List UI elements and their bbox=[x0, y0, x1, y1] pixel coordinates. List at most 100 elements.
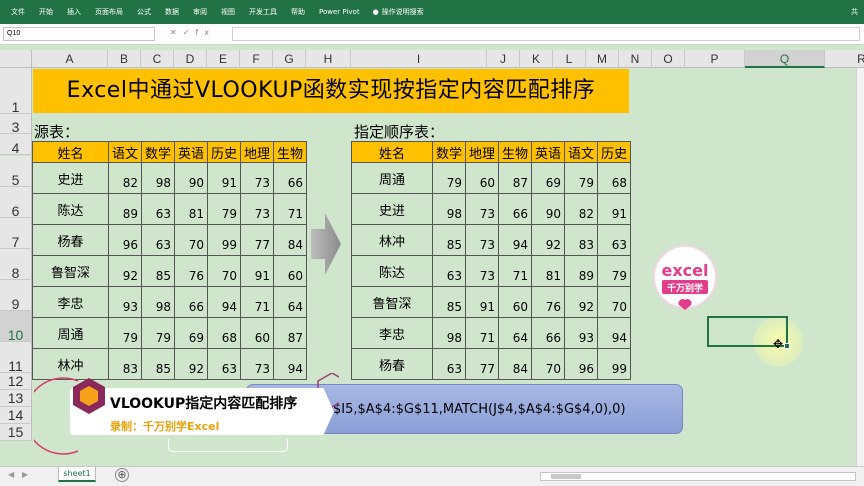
row-header-5[interactable]: 5 bbox=[0, 156, 32, 188]
score-cell[interactable]: 94 bbox=[498, 224, 532, 256]
insert-function-icon[interactable]: fx bbox=[195, 28, 215, 37]
name-cell[interactable]: 周通 bbox=[351, 162, 433, 194]
name-cell[interactable]: 史进 bbox=[351, 193, 433, 225]
score-cell[interactable]: 91 bbox=[597, 193, 631, 225]
score-cell[interactable]: 79 bbox=[141, 317, 175, 349]
name-cell[interactable]: 李忠 bbox=[32, 286, 109, 318]
score-cell[interactable]: 66 bbox=[273, 162, 307, 194]
score-cell[interactable]: 77 bbox=[465, 348, 499, 380]
name-cell[interactable]: 鲁智深 bbox=[351, 286, 433, 318]
header-cell[interactable]: 数学 bbox=[141, 141, 175, 163]
ribbon-tab[interactable]: 审阅 bbox=[186, 7, 214, 17]
score-cell[interactable]: 91 bbox=[465, 286, 499, 318]
score-cell[interactable]: 70 bbox=[207, 255, 241, 287]
header-cell[interactable]: 数学 bbox=[432, 141, 466, 163]
header-cell[interactable]: 生物 bbox=[273, 141, 307, 163]
score-cell[interactable]: 89 bbox=[108, 193, 142, 225]
share-button[interactable]: 共 bbox=[851, 7, 858, 17]
ribbon-tab[interactable]: 开发工具 bbox=[242, 7, 284, 17]
score-cell[interactable]: 73 bbox=[465, 193, 499, 225]
score-cell[interactable]: 60 bbox=[240, 317, 274, 349]
name-cell[interactable]: 陈达 bbox=[351, 255, 433, 287]
score-cell[interactable]: 63 bbox=[141, 193, 175, 225]
header-cell[interactable]: 英语 bbox=[174, 141, 208, 163]
cancel-icon[interactable]: ✕ bbox=[170, 28, 183, 37]
score-cell[interactable]: 90 bbox=[174, 162, 208, 194]
score-cell[interactable]: 69 bbox=[174, 317, 208, 349]
score-cell[interactable]: 66 bbox=[531, 317, 565, 349]
add-sheet-button[interactable]: ⊕ bbox=[115, 468, 129, 482]
row-header-3[interactable]: 3 bbox=[0, 114, 32, 135]
header-cell[interactable]: 生物 bbox=[498, 141, 532, 163]
column-header-a[interactable]: A bbox=[32, 50, 108, 68]
score-cell[interactable]: 93 bbox=[564, 317, 598, 349]
row-header-11[interactable]: 11 bbox=[0, 342, 32, 374]
ribbon-tab[interactable]: 插入 bbox=[60, 7, 88, 17]
score-cell[interactable]: 79 bbox=[108, 317, 142, 349]
score-cell[interactable]: 71 bbox=[240, 286, 274, 318]
column-header-f[interactable]: F bbox=[240, 50, 273, 68]
score-cell[interactable]: 84 bbox=[498, 348, 532, 380]
prev-sheet-icon[interactable]: ◀ bbox=[8, 470, 14, 479]
score-cell[interactable]: 66 bbox=[174, 286, 208, 318]
score-cell[interactable]: 68 bbox=[597, 162, 631, 194]
name-cell[interactable]: 林冲 bbox=[351, 224, 433, 256]
score-cell[interactable]: 63 bbox=[597, 224, 631, 256]
score-cell[interactable]: 94 bbox=[597, 317, 631, 349]
score-cell[interactable]: 71 bbox=[465, 317, 499, 349]
score-cell[interactable]: 63 bbox=[432, 348, 466, 380]
score-cell[interactable]: 79 bbox=[597, 255, 631, 287]
header-cell[interactable]: 语文 bbox=[564, 141, 598, 163]
sheet-title[interactable]: Excel中通过VLOOKUP函数实现按指定内容匹配排序 bbox=[33, 69, 629, 113]
score-cell[interactable]: 96 bbox=[108, 224, 142, 256]
sheet-tab-sheet1[interactable]: sheet1 bbox=[58, 467, 96, 482]
column-header-i[interactable]: I bbox=[351, 50, 487, 68]
score-cell[interactable]: 70 bbox=[531, 348, 565, 380]
column-header-h[interactable]: H bbox=[306, 50, 351, 68]
score-cell[interactable]: 73 bbox=[465, 255, 499, 287]
column-header-q[interactable]: Q bbox=[745, 50, 825, 68]
score-cell[interactable]: 81 bbox=[531, 255, 565, 287]
column-header-d[interactable]: D bbox=[174, 50, 207, 68]
column-header-e[interactable]: E bbox=[207, 50, 240, 68]
score-cell[interactable]: 98 bbox=[141, 286, 175, 318]
column-header-c[interactable]: C bbox=[141, 50, 174, 68]
score-cell[interactable]: 76 bbox=[531, 286, 565, 318]
score-cell[interactable]: 79 bbox=[564, 162, 598, 194]
row-header-6[interactable]: 6 bbox=[0, 187, 32, 219]
ribbon-tab[interactable]: 视图 bbox=[214, 7, 242, 17]
score-cell[interactable]: 98 bbox=[141, 162, 175, 194]
score-cell[interactable]: 81 bbox=[174, 193, 208, 225]
score-cell[interactable]: 84 bbox=[273, 224, 307, 256]
column-header-j[interactable]: J bbox=[487, 50, 520, 68]
score-cell[interactable]: 73 bbox=[240, 162, 274, 194]
enter-icon[interactable]: ✓ bbox=[183, 28, 196, 37]
row-header-12[interactable]: 12 bbox=[0, 373, 32, 390]
score-cell[interactable]: 66 bbox=[498, 193, 532, 225]
name-cell[interactable]: 杨春 bbox=[351, 348, 433, 380]
row-header-1[interactable]: 1 bbox=[0, 68, 32, 115]
ribbon-tab[interactable]: 公式 bbox=[130, 7, 158, 17]
score-cell[interactable]: 70 bbox=[597, 286, 631, 318]
score-cell[interactable]: 63 bbox=[141, 224, 175, 256]
name-box[interactable]: Q10 bbox=[3, 27, 155, 41]
name-cell[interactable]: 陈达 bbox=[32, 193, 109, 225]
name-cell[interactable]: 周通 bbox=[32, 317, 109, 349]
column-header-p[interactable]: P bbox=[685, 50, 745, 68]
vertical-scrollbar[interactable] bbox=[856, 68, 864, 466]
score-cell[interactable]: 89 bbox=[564, 255, 598, 287]
scroll-thumb[interactable] bbox=[551, 474, 581, 479]
tell-me-search[interactable]: ● 操作说明搜索 bbox=[367, 7, 424, 17]
column-header-l[interactable]: L bbox=[553, 50, 586, 68]
score-cell[interactable]: 71 bbox=[273, 193, 307, 225]
ribbon-tab[interactable]: 开始 bbox=[32, 7, 60, 17]
score-cell[interactable]: 70 bbox=[174, 224, 208, 256]
column-header-r[interactable]: R bbox=[825, 50, 864, 68]
row-header-8[interactable]: 8 bbox=[0, 249, 32, 281]
row-header-7[interactable]: 7 bbox=[0, 218, 32, 250]
ribbon-tab[interactable]: Power Pivot bbox=[312, 8, 367, 16]
score-cell[interactable]: 77 bbox=[240, 224, 274, 256]
score-cell[interactable]: 64 bbox=[273, 286, 307, 318]
name-cell[interactable]: 李忠 bbox=[351, 317, 433, 349]
score-cell[interactable]: 92 bbox=[564, 286, 598, 318]
